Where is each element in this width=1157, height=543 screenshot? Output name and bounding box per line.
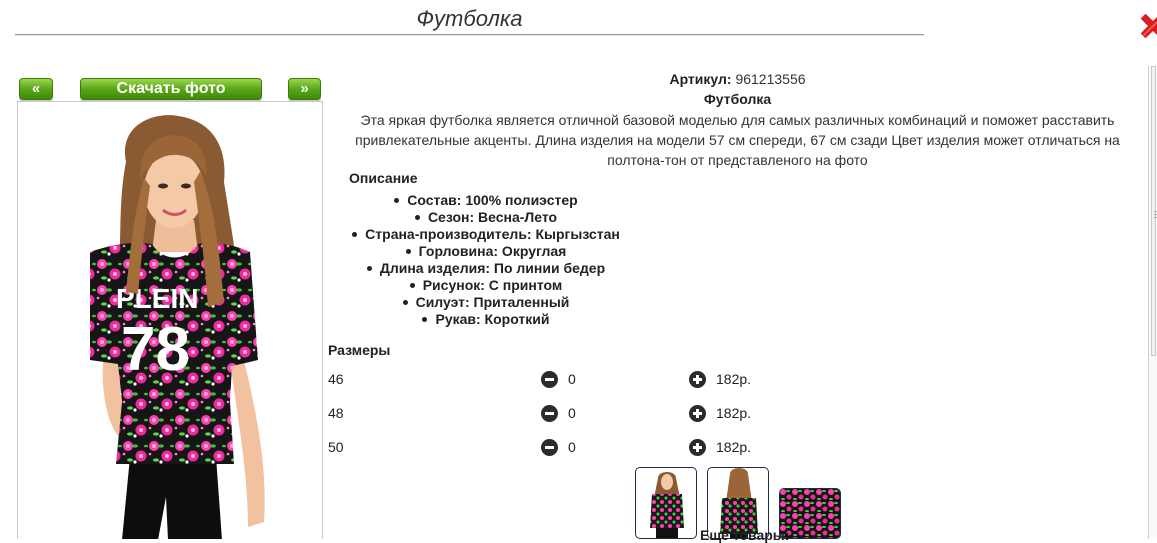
product-photo: PLEIN 78 bbox=[17, 101, 323, 539]
plus-icon[interactable] bbox=[689, 371, 706, 388]
size-label: 50 bbox=[328, 439, 344, 455]
title-divider bbox=[15, 34, 924, 36]
quantity-value: 0 bbox=[568, 405, 576, 421]
spec-item: Силуэт: Приталенный bbox=[336, 294, 636, 311]
scrollbar-thumb[interactable] bbox=[1151, 66, 1157, 356]
minus-icon[interactable] bbox=[541, 405, 558, 422]
spec-item: Рисунок: С принтом bbox=[336, 277, 636, 294]
quantity-value: 0 bbox=[568, 439, 576, 455]
scrollbar[interactable] bbox=[1148, 66, 1157, 539]
plus-icon[interactable] bbox=[689, 439, 706, 456]
product-description: Эта яркая футболка является отличной баз… bbox=[355, 112, 1120, 168]
specs-heading: Описание bbox=[349, 170, 418, 186]
size-row: 46 0 182р. bbox=[328, 370, 788, 390]
minus-icon[interactable] bbox=[541, 371, 558, 388]
spec-item: Рукав: Короткий bbox=[336, 311, 636, 328]
sku-value: 961213556 bbox=[735, 71, 806, 87]
spec-item: Сезон: Весна-Лето bbox=[336, 209, 636, 226]
price-value: 182р. bbox=[716, 405, 752, 421]
product-name: Футболка bbox=[703, 91, 772, 107]
close-icon[interactable] bbox=[1137, 4, 1157, 44]
price-value: 182р. bbox=[716, 439, 752, 455]
sku-label: Артикул: bbox=[669, 71, 732, 87]
thumbnail-front[interactable] bbox=[635, 467, 697, 539]
sku-line: Артикул: 961213556 bbox=[336, 71, 1139, 87]
size-row: 48 0 182р. bbox=[328, 404, 788, 424]
spec-item: Горловина: Округлая bbox=[336, 243, 636, 260]
size-row: 50 0 182р. bbox=[328, 438, 788, 458]
plus-icon[interactable] bbox=[689, 405, 706, 422]
spec-item: Длина изделия: По линии бедер bbox=[336, 260, 636, 277]
minus-icon[interactable] bbox=[541, 439, 558, 456]
size-label: 48 bbox=[328, 405, 344, 421]
quantity-value: 0 bbox=[568, 371, 576, 387]
specs-list: Состав: 100% полиэстер Сезон: Весна-Лето… bbox=[336, 192, 636, 328]
size-label: 46 bbox=[328, 371, 344, 387]
shirt-print-number: 78 bbox=[121, 315, 190, 384]
price-value: 182р. bbox=[716, 371, 752, 387]
sizes-heading: Размеры bbox=[328, 342, 391, 358]
download-photo-button[interactable]: Скачать фото bbox=[80, 78, 262, 100]
more-products-label: Ещё товары: bbox=[700, 527, 790, 543]
spec-item: Состав: 100% полиэстер bbox=[336, 192, 636, 209]
spec-item: Страна-производитель: Кыргызстан bbox=[336, 226, 636, 243]
prev-photo-button[interactable]: « bbox=[19, 78, 53, 100]
next-photo-button[interactable]: » bbox=[288, 78, 321, 100]
page-title: Футболка bbox=[416, 6, 523, 31]
